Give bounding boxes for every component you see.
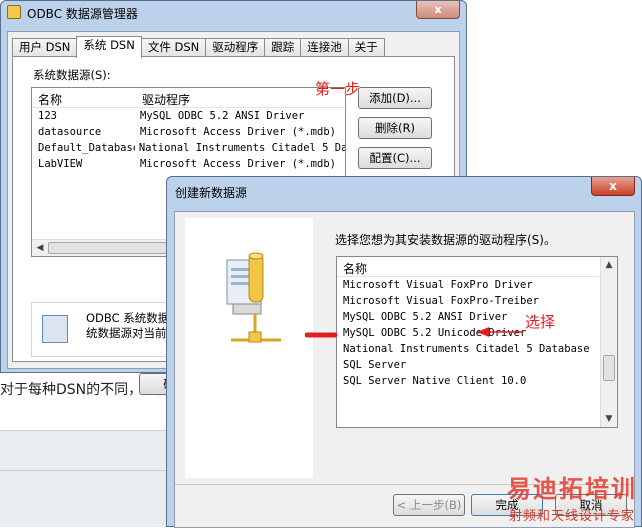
list-item[interactable]: SQL Server xyxy=(337,357,617,373)
tab-file-dsn[interactable]: 文件 DSN xyxy=(140,38,207,57)
add-button[interactable]: 添加(D)... xyxy=(358,87,432,109)
table-row[interactable]: datasource Microsoft Access Driver (*.md… xyxy=(32,124,345,140)
watermark-slogan: 射频和天线设计专家 xyxy=(508,509,635,524)
column-name-header[interactable]: 名称 xyxy=(32,88,136,107)
dsn-list-header: 名称 驱动程序 xyxy=(32,88,345,108)
dsn-name: LabVIEW xyxy=(38,158,83,170)
dsn-name: 123 xyxy=(38,110,57,122)
tab-drivers[interactable]: 驱动程序 xyxy=(205,38,266,57)
annotation-select: 选择 xyxy=(525,313,556,331)
dsn-driver: Microsoft Access Driver (*.mdb) xyxy=(140,126,336,138)
driver-list-header[interactable]: 名称 xyxy=(337,257,599,277)
info-box: ODBC 系统数据源 统数据源对当前 xyxy=(31,302,181,357)
tab-connection-pooling[interactable]: 连接池 xyxy=(300,38,349,57)
scroll-thumb[interactable] xyxy=(603,355,615,381)
tab-user-dsn[interactable]: 用户 DSN xyxy=(12,38,78,57)
annotation-arrows xyxy=(305,327,523,338)
table-row[interactable]: 123 MySQL ODBC 5.2 ANSI Driver xyxy=(32,108,345,124)
create-datasource-dialog: 创建新数据源 x 选择您想为其安装数据源的驱动程序(S)。 名称 Microso… xyxy=(166,176,642,528)
list-item[interactable]: Microsoft Visual FoxPro-Treiber xyxy=(337,293,617,309)
watermark-logo-text: 易迪拓培训 xyxy=(507,475,637,503)
odbc-app-icon xyxy=(7,5,21,19)
odbc-window-title: ODBC 数据源管理器 xyxy=(27,7,138,21)
driver-vertical-scrollbar[interactable]: ▲ ▼ xyxy=(600,257,617,427)
odbc-close-button[interactable]: x xyxy=(416,1,460,19)
odbc-tabs: 用户 DSN 系统 DSN 文件 DSN 驱动程序 跟踪 连接池 关于 xyxy=(12,36,385,58)
system-dsn-label: 系统数据源(S): xyxy=(33,68,111,82)
table-row[interactable]: Default_Database National Instruments Ci… xyxy=(32,140,345,156)
odbc-titlebar[interactable]: ODBC 数据源管理器 x xyxy=(1,1,466,23)
table-row[interactable]: LabVIEW Microsoft Access Driver (*.mdb) xyxy=(32,156,345,172)
dsn-name: Default_Database xyxy=(38,142,135,154)
wizard-illustration xyxy=(185,218,313,478)
scroll-left-icon[interactable]: ◀ xyxy=(34,242,46,254)
background-band xyxy=(0,430,170,527)
remove-button[interactable]: 删除(R) xyxy=(358,117,432,139)
annotation-step1: 第一步 xyxy=(315,80,361,98)
background-divider xyxy=(0,470,170,471)
scroll-down-icon[interactable]: ▼ xyxy=(603,413,615,425)
configure-button[interactable]: 配置(C)... xyxy=(358,147,432,169)
tab-tracing[interactable]: 跟踪 xyxy=(264,38,302,57)
list-item[interactable]: Microsoft Visual FoxPro Driver xyxy=(337,277,617,293)
driver-prompt: 选择您想为其安装数据源的驱动程序(S)。 xyxy=(335,233,556,247)
back-button[interactable]: < 上一步(B) xyxy=(393,494,465,516)
dsn-driver: National Instruments Citadel 5 Da xyxy=(138,142,345,154)
dialog-titlebar[interactable]: 创建新数据源 x xyxy=(167,177,641,205)
dsn-name: datasource xyxy=(38,126,102,138)
list-item[interactable]: SQL Server Native Client 10.0 xyxy=(337,373,617,389)
column-driver-header[interactable]: 驱动程序 xyxy=(136,88,196,107)
dialog-title: 创建新数据源 xyxy=(175,186,248,200)
tab-about[interactable]: 关于 xyxy=(347,38,385,57)
database-icon xyxy=(42,315,68,343)
dialog-close-button[interactable]: x xyxy=(591,177,635,196)
scroll-up-icon[interactable]: ▲ xyxy=(603,259,615,271)
tab-system-dsn[interactable]: 系统 DSN xyxy=(76,36,142,58)
dsn-driver: Microsoft Access Driver (*.mdb) xyxy=(140,158,336,170)
database-wizard-icon xyxy=(226,252,281,343)
dsn-driver: MySQL ODBC 5.2 ANSI Driver xyxy=(140,110,305,122)
